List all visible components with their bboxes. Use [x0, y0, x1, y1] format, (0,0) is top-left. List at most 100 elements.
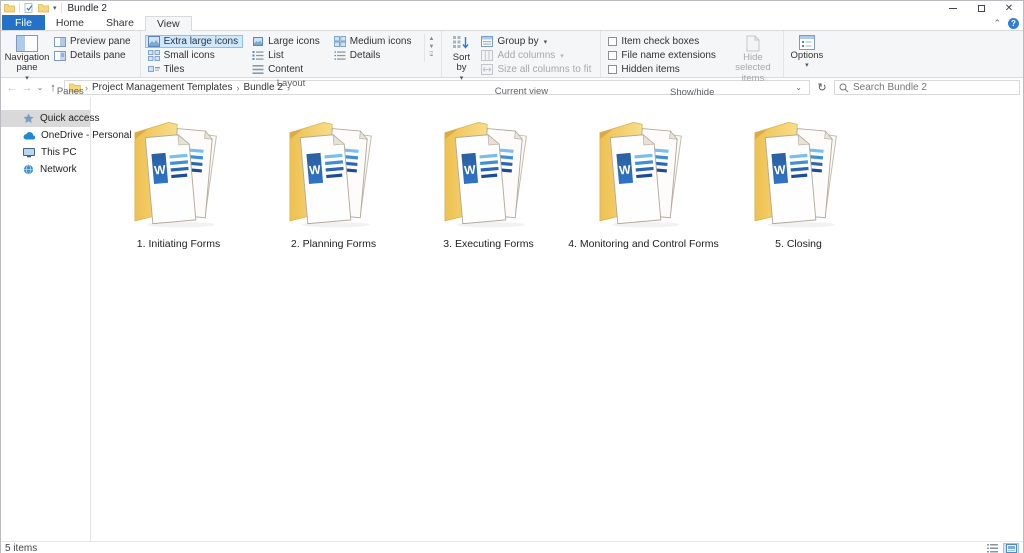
- status-bar: 5 items: [1, 541, 1023, 553]
- size-all-columns-to-fit-button[interactable]: Size all columns to fit: [478, 63, 596, 76]
- layout-option-medium-icons[interactable]: Medium icons: [331, 35, 417, 48]
- sort-by-label: Sort by: [447, 53, 475, 74]
- hidden-items-checkbox-row[interactable]: Hidden items: [605, 63, 719, 76]
- window-title: Bundle 2: [68, 3, 107, 14]
- layout-option-tiles[interactable]: Tiles: [145, 63, 243, 76]
- group-by-button[interactable]: Group by▾: [478, 35, 596, 48]
- item-count: 5 items: [5, 543, 37, 553]
- svg-text:W: W: [773, 163, 786, 178]
- globe-icon: [23, 164, 34, 175]
- minimize-icon: [949, 8, 957, 9]
- checkbox-icon[interactable]: [608, 51, 617, 60]
- panes-group-label: Panes: [3, 85, 138, 99]
- sidebar-item-label: This PC: [41, 147, 77, 158]
- thumbnail-view-toggle[interactable]: [1003, 543, 1019, 553]
- preview-pane-button[interactable]: Preview pane: [51, 35, 136, 48]
- ribbon-group-options: Options ▾: [783, 31, 830, 77]
- star-icon: [23, 113, 34, 124]
- new-folder-button[interactable]: [38, 3, 49, 13]
- details-pane-icon: [54, 51, 66, 61]
- checkbox-icon[interactable]: [608, 65, 617, 74]
- navigation-pane-icon: [16, 35, 38, 52]
- search-box: [834, 80, 1020, 95]
- add-columns-icon: [481, 50, 493, 61]
- layout-gallery-scroll: ▲ ▼ ⍗: [424, 34, 437, 62]
- sidebar-item-this-pc[interactable]: This PC: [1, 144, 90, 161]
- folder-item-1[interactable]: W 1. Initiating Forms: [101, 113, 256, 250]
- address-dropdown-chevron-icon[interactable]: ⌄: [792, 83, 805, 92]
- folder-with-word-docs-icon: W: [275, 113, 393, 235]
- sidebar-item-network[interactable]: Network: [1, 161, 90, 178]
- folder-item-3[interactable]: W 3. Executing Forms: [411, 113, 566, 250]
- layout-option-extra-large-icons[interactable]: Extra large icons: [145, 35, 243, 48]
- close-button[interactable]: ✕: [995, 1, 1023, 15]
- details-view-toggle[interactable]: [984, 543, 1000, 553]
- checkbox-label: Hidden items: [621, 64, 679, 75]
- layout-option-label: Tiles: [164, 64, 185, 75]
- qat-separator: [19, 3, 20, 13]
- tab-view[interactable]: View: [145, 16, 192, 31]
- button-label: Group by: [497, 36, 538, 47]
- item-check-boxes-checkbox-row[interactable]: Item check boxes: [605, 35, 719, 48]
- tab-share[interactable]: Share: [95, 15, 145, 30]
- folder-name: 5. Closing: [775, 238, 822, 250]
- layout-option-label: Large icons: [268, 36, 320, 47]
- properties-button[interactable]: [24, 3, 34, 13]
- main-area: Quick access OneDrive - Personal This PC…: [1, 97, 1023, 541]
- navigation-pane-label: Navigation pane: [5, 53, 50, 74]
- details-pane-button[interactable]: Details pane: [51, 49, 136, 62]
- list-icon: [252, 50, 264, 61]
- explorer-folder-icon: [4, 3, 15, 13]
- current-view-group-label: Current view: [444, 85, 598, 99]
- minimize-button[interactable]: [939, 1, 967, 15]
- file-name-extensions-checkbox-row[interactable]: File name extensions: [605, 49, 719, 62]
- tab-home[interactable]: Home: [45, 15, 95, 30]
- hide-selected-items-button[interactable]: Hide selected items: [727, 34, 779, 85]
- minimize-ribbon-icon[interactable]: ⌃: [993, 18, 1001, 29]
- sidebar-item-quick-access[interactable]: Quick access: [1, 110, 90, 127]
- layout-group-label: Layout: [143, 77, 440, 91]
- ribbon-top-right: ⌃ ?: [993, 16, 1019, 30]
- options-group-label: [786, 74, 828, 77]
- maximize-icon: [978, 5, 985, 12]
- ribbon-group-show-hide: Item check boxes File name extensions Hidd…: [600, 31, 783, 77]
- medium-icons-icon: [334, 36, 346, 47]
- folder-with-word-docs-icon: W: [585, 113, 703, 235]
- help-icon[interactable]: ?: [1008, 18, 1019, 29]
- folder-item-5[interactable]: W 5. Closing: [721, 113, 876, 250]
- checkbox-label: Item check boxes: [621, 36, 699, 47]
- view-toggles: [984, 543, 1019, 553]
- layout-option-details[interactable]: Details: [331, 49, 417, 62]
- dropdown-caret-icon: ▾: [560, 52, 564, 60]
- options-button[interactable]: Options ▾: [788, 34, 826, 71]
- layout-option-label: Small icons: [164, 50, 215, 61]
- navigation-pane-button[interactable]: Navigation pane ▾: [5, 34, 49, 84]
- qat-separator: [61, 3, 62, 13]
- folder-item-2[interactable]: W 2. Planning Forms: [256, 113, 411, 250]
- details-icon: [334, 50, 346, 61]
- gallery-more-icon[interactable]: ⍗: [426, 52, 436, 59]
- checkbox-icon[interactable]: [608, 37, 617, 46]
- layout-option-large-icons[interactable]: Large icons: [249, 35, 325, 48]
- maximize-button[interactable]: [967, 1, 995, 15]
- layout-option-label: Medium icons: [350, 36, 412, 47]
- search-icon: [839, 83, 849, 93]
- gallery-scroll-up-icon[interactable]: ▲: [426, 36, 436, 43]
- tab-file[interactable]: File: [2, 15, 45, 30]
- sort-by-button[interactable]: Sort by ▾: [446, 34, 476, 84]
- folder-name: 1. Initiating Forms: [137, 238, 220, 250]
- gallery-scroll-down-icon[interactable]: ▼: [426, 44, 436, 51]
- add-columns-button[interactable]: Add columns▾: [478, 49, 596, 62]
- preview-pane-icon: [54, 37, 66, 47]
- folder-with-word-docs-icon: W: [120, 113, 238, 235]
- search-input[interactable]: [853, 82, 1015, 93]
- sidebar-item-onedrive-personal[interactable]: OneDrive - Personal: [1, 127, 90, 144]
- layout-option-content[interactable]: Content: [249, 63, 325, 76]
- qat-customize-chevron-icon[interactable]: ▾: [53, 4, 57, 12]
- layout-option-small-icons[interactable]: Small icons: [145, 49, 243, 62]
- small-icons-icon: [148, 50, 160, 61]
- folder-item-4[interactable]: W 4. Monitoring and Control Forms: [566, 113, 721, 250]
- refresh-icon[interactable]: ↻: [812, 81, 832, 94]
- layout-option-list[interactable]: List: [249, 49, 325, 62]
- svg-text:W: W: [463, 163, 476, 178]
